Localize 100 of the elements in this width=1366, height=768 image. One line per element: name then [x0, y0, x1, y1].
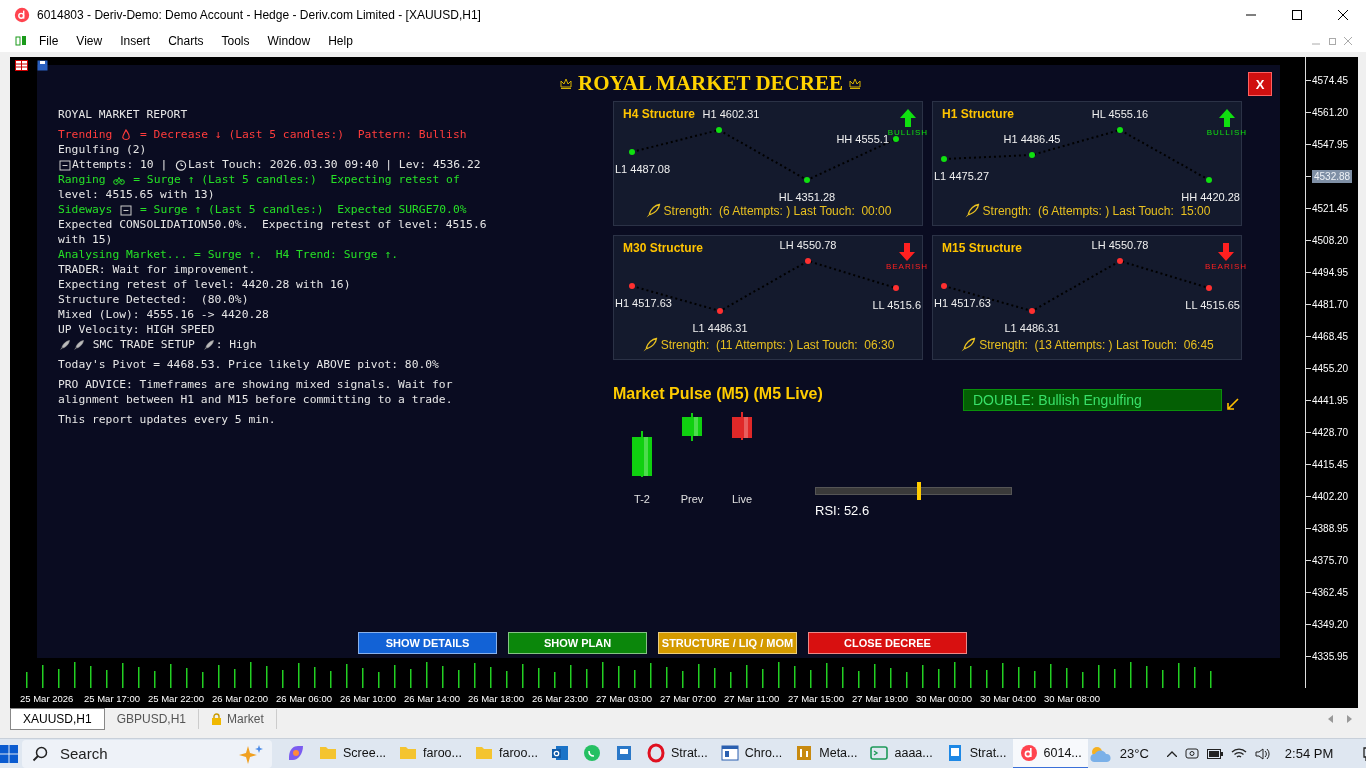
time-label: 30 Mar 08:00	[1044, 692, 1101, 704]
taskbar-app[interactable]: Strat...	[938, 738, 1013, 768]
table-icon[interactable]	[15, 60, 28, 71]
swing-point	[804, 177, 810, 183]
close-icon[interactable]	[1338, 10, 1348, 20]
rsi-reading: RSI: 52.6	[815, 503, 870, 518]
strength-text: Strength: (6 Attempts: ) Last Touch: 00:00	[663, 204, 892, 218]
camera-icon[interactable]	[1184, 746, 1199, 761]
chart-tab[interactable]: Market	[199, 709, 277, 729]
wifi-icon[interactable]	[1230, 747, 1247, 760]
report-line: ROYAL MARKET REPORT	[58, 107, 188, 122]
report-line: TRADER: Wait for improvement.	[58, 262, 256, 277]
current-price-tag: 4532.88	[1312, 169, 1353, 183]
price-label: 4335.95	[1312, 651, 1349, 663]
square-icon	[59, 158, 71, 171]
menu-item[interactable]: Window	[258, 34, 320, 48]
report-line: with 15)	[58, 232, 113, 247]
maximize-icon[interactable]	[1292, 10, 1302, 20]
price-label: 4375.70	[1312, 555, 1349, 567]
swing-point	[1117, 258, 1123, 264]
battery-icon[interactable]	[1206, 748, 1223, 759]
menu-item[interactable]: View	[67, 34, 112, 48]
speaker-icon[interactable]	[1254, 747, 1271, 760]
point-label: HL 4555.16	[1091, 108, 1149, 120]
save-icon[interactable]	[37, 60, 48, 71]
swing-point	[717, 308, 723, 314]
time-label: 26 Mar 23:00	[532, 692, 589, 704]
clock-time: 2:54 PM	[1284, 746, 1334, 761]
structure-title: M30 Structure	[623, 241, 704, 255]
pulse-title: Market Pulse (M5) (M5 Live)	[613, 385, 824, 404]
window-icon	[719, 742, 740, 763]
point-label: LL 4515.65	[1185, 299, 1240, 311]
point-label: LH 4550.78	[1091, 239, 1149, 251]
close-button[interactable]: X	[1248, 72, 1272, 96]
price-label: 4547.95	[1312, 138, 1349, 150]
time-label: 26 Mar 18:00	[468, 692, 525, 704]
taskbar-app[interactable]: faroo...	[468, 738, 544, 768]
swing-point	[893, 285, 899, 291]
chart-tab[interactable]: XAUUSD,H1	[10, 708, 105, 730]
point-label: H1 4602.31	[702, 108, 760, 120]
clock-icon	[175, 158, 188, 171]
arrow-down-icon	[1216, 242, 1235, 262]
report-line: level: 4515.65 with 13)	[58, 187, 215, 202]
menu-item[interactable]: Tools	[212, 34, 259, 48]
swing-point	[941, 283, 947, 289]
window-title: 6014803 - Deriv-Demo: Demo Account - Hedge - Deriv.com Limited - [XAUUSD,H1]	[37, 8, 482, 22]
taskbar-app[interactable]: Scree...	[312, 738, 393, 768]
chart-tab[interactable]: GBPUSD,H1	[104, 709, 200, 729]
crown-icon	[848, 77, 861, 89]
candlestick-icon[interactable]	[14, 34, 28, 48]
trend-label: BEARISH	[1204, 262, 1247, 271]
time-label: 27 Mar 11:00	[724, 692, 781, 704]
menu-item[interactable]: Help	[319, 34, 362, 48]
action-button[interactable]: SHOW DETAILS	[358, 632, 497, 654]
taskbar-app[interactable]: Meta...	[788, 738, 864, 768]
swing-point	[893, 136, 899, 142]
app-logo-icon	[14, 7, 30, 23]
taskbar-app[interactable]: Chro...	[713, 738, 789, 768]
search-field[interactable]: Search	[22, 739, 272, 768]
swing-point	[1117, 127, 1123, 133]
pattern-banner: DOUBLE: Bullish Engulfing	[963, 389, 1222, 411]
taskbar-app[interactable]: faroo...	[392, 738, 468, 768]
point-label: L1 4486.31	[692, 322, 748, 334]
windows-logo-icon[interactable]	[0, 744, 18, 763]
report-line: Structure Detected: (80.0%)	[58, 292, 249, 307]
price-label: 4349.20	[1312, 619, 1349, 631]
report-text: = Surge ↑ (Last 5 candles:) Expecting retest of	[132, 172, 460, 187]
structure-title: H4 Structure	[623, 107, 696, 121]
swing-point	[716, 127, 722, 133]
chat-app-icon	[581, 742, 602, 763]
flame-icon	[120, 128, 133, 141]
point-label: L1 4486.31	[1004, 322, 1060, 334]
app-logo-icon	[1018, 742, 1039, 763]
time-label: 25 Mar 17:00	[84, 692, 141, 704]
candle-label: T-2	[634, 493, 650, 505]
point-label: HH 4555.1	[836, 133, 889, 145]
action-button[interactable]: SHOW PLAN	[508, 632, 647, 654]
taskbar-app[interactable]: Strat...	[639, 738, 714, 768]
panel-title: ROYAL MARKET DECREE	[578, 70, 843, 96]
lock-icon	[211, 713, 223, 725]
time-label: 27 Mar 07:00	[660, 692, 717, 704]
swing-point	[1029, 152, 1035, 158]
candle-drawing	[632, 431, 652, 477]
menu-item[interactable]: File	[30, 34, 68, 48]
taskbar-app[interactable]: aaaa...	[863, 738, 939, 768]
report-line: Mixed (Low): 4555.16 -> 4420.28	[58, 307, 269, 322]
candle-label: Prev	[680, 493, 704, 505]
menu-item[interactable]: Insert	[111, 34, 160, 48]
weather-temperature: 23°C	[1119, 746, 1149, 761]
report-text: Trending	[58, 127, 114, 142]
action-button[interactable]: CLOSE DECREE	[808, 632, 967, 654]
swing-point	[629, 149, 635, 155]
taskbar-app[interactable]: 6014...	[1012, 738, 1088, 768]
report-line: Expecting retest of level: 4420.28 with 16)	[58, 277, 351, 292]
report-text: SMC TRADE SETUP	[91, 337, 196, 352]
point-label: L1 4475.27	[934, 170, 990, 182]
price-label: 4481.70	[1312, 298, 1349, 310]
chevron-up-icon[interactable]	[1166, 750, 1177, 757]
menu-item[interactable]: Charts	[159, 34, 213, 48]
structure-title: H1 Structure	[942, 107, 1015, 121]
